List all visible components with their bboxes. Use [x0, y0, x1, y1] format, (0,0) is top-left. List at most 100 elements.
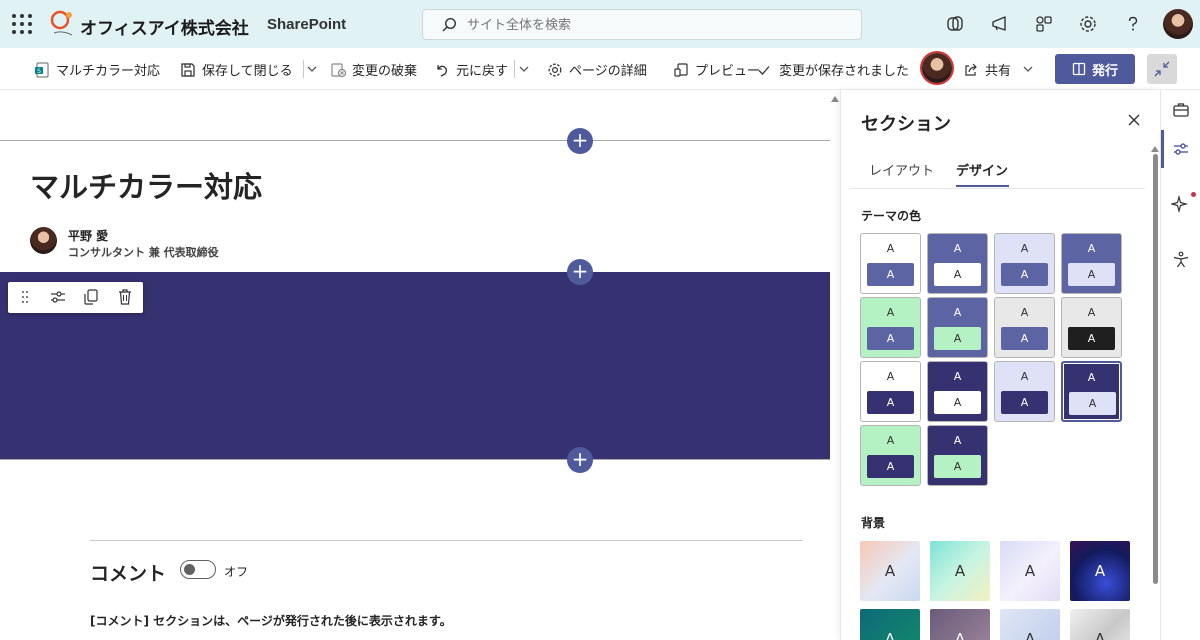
editor-avatar[interactable] [922, 53, 952, 83]
theme-swatch[interactable]: AA [927, 425, 988, 486]
theme-swatch-chip: A [934, 327, 981, 350]
rail-active-indicator [1161, 130, 1164, 168]
theme-swatch[interactable]: AA [927, 297, 988, 358]
publish-button[interactable]: 発行 [1055, 54, 1135, 84]
close-icon[interactable] [1127, 113, 1141, 127]
undo-button[interactable]: 元に戻す [434, 60, 508, 79]
theme-swatch-glyph: A [1020, 370, 1029, 383]
sharepoint-page-icon: S [35, 62, 49, 77]
share-hub-icon[interactable] [1034, 14, 1054, 34]
search-input[interactable] [467, 15, 847, 35]
help-icon[interactable] [1123, 14, 1143, 34]
theme-swatch[interactable]: AA [860, 425, 921, 486]
page-name-label: マルチカラー対応 [56, 64, 161, 79]
canvas-scroll-up[interactable] [831, 96, 839, 102]
comments-note: [コメント] セクションは、ページが発行された後に表示されます。 [90, 614, 452, 628]
share-label: 共有 [985, 64, 1012, 79]
save-icon [181, 62, 195, 77]
background-tile[interactable]: A [1070, 609, 1130, 640]
page-name-button[interactable]: S マルチカラー対応 [34, 60, 160, 79]
drag-icon[interactable] [16, 288, 34, 306]
collapse-icon [1154, 61, 1170, 77]
company-name[interactable]: オフィスアイ株式会社 [80, 14, 249, 39]
theme-swatch-glyph: A [953, 306, 962, 319]
background-tile[interactable]: A [930, 609, 990, 640]
briefcase-icon[interactable] [1171, 100, 1191, 120]
background-tile[interactable]: A [930, 541, 990, 601]
accessibility-icon[interactable] [1171, 250, 1191, 270]
theme-swatch[interactable]: AA [1061, 361, 1122, 422]
author-role: コンサルタント 兼 代表取締役 [68, 246, 219, 259]
author-name: 平野 愛 [68, 229, 109, 243]
tab-layout[interactable]: レイアウト [869, 160, 934, 179]
tab-divider [849, 188, 1145, 189]
app-name[interactable]: SharePoint [267, 16, 346, 33]
background-tile[interactable]: A [860, 609, 920, 640]
sparkle-icon[interactable] [1171, 194, 1191, 214]
panel-scrollbar[interactable] [1153, 154, 1158, 584]
theme-swatch[interactable]: AA [1061, 297, 1122, 358]
user-avatar[interactable] [1163, 9, 1193, 39]
theme-swatch[interactable]: AA [994, 361, 1055, 422]
theme-swatch[interactable]: AA [860, 233, 921, 294]
add-section-button[interactable]: + [567, 259, 593, 285]
share-icon [965, 63, 977, 76]
theme-swatch-chip: A [934, 391, 981, 414]
tab-design[interactable]: デザイン [956, 160, 1008, 179]
discard-button[interactable]: 変更の破棄 [330, 60, 417, 79]
theme-swatch[interactable]: AA [927, 361, 988, 422]
panel-scroll-up[interactable] [1151, 146, 1159, 152]
theme-swatch-glyph: A [953, 242, 962, 255]
megaphone-icon[interactable] [990, 14, 1010, 34]
theme-swatch[interactable]: AA [927, 233, 988, 294]
preview-button[interactable]: プレビュー [673, 60, 760, 79]
share-button[interactable]: 共有 [963, 60, 1011, 79]
teams-icon[interactable] [945, 14, 965, 34]
theme-swatch-chip: A [867, 455, 914, 478]
theme-swatch-glyph: A [953, 370, 962, 383]
duplicate-icon[interactable] [82, 288, 100, 306]
theme-swatch[interactable]: AA [994, 233, 1055, 294]
theme-swatch-glyph: A [1087, 306, 1096, 319]
check-icon [758, 65, 770, 75]
add-section-button[interactable]: + [567, 447, 593, 473]
add-section-button[interactable]: + [567, 128, 593, 154]
delete-icon[interactable] [116, 288, 134, 306]
background-tile[interactable]: A [1000, 541, 1060, 601]
theme-swatch-glyph: A [886, 306, 895, 319]
undo-icon [437, 64, 448, 77]
theme-swatch-chip: A [867, 327, 914, 350]
preview-label: プレビュー [695, 64, 761, 79]
suite-header: オフィスアイ株式会社 SharePoint [0, 0, 1200, 48]
theme-swatch-chip: A [1001, 263, 1048, 286]
section-divider [0, 140, 830, 141]
theme-swatch[interactable]: AA [994, 297, 1055, 358]
background-tile[interactable]: A [860, 541, 920, 601]
page-canvas: + マルチカラー対応 平野 愛 コンサルタント 兼 代表取締役 + + コメント… [0, 90, 830, 640]
save-close-label: 保存して閉じる [202, 64, 293, 79]
page-details-button[interactable]: ページの詳細 [547, 60, 647, 79]
chevron-down-icon[interactable] [306, 62, 318, 76]
theme-swatch[interactable]: AA [860, 361, 921, 422]
page-title[interactable]: マルチカラー対応 [30, 164, 262, 206]
settings-icon[interactable] [1078, 14, 1098, 34]
background-tile[interactable]: A [1000, 609, 1060, 640]
background-tile[interactable]: A [1070, 541, 1130, 601]
edit-section-icon[interactable] [49, 288, 67, 306]
theme-swatch-chip: A [934, 455, 981, 478]
waffle-icon[interactable] [12, 14, 32, 34]
collapse-button[interactable] [1147, 54, 1177, 84]
sliders-icon[interactable] [1171, 139, 1191, 159]
search-box[interactable] [422, 9, 862, 40]
comments-toggle-label: オフ [224, 565, 249, 579]
save-close-button[interactable]: 保存して閉じる [180, 60, 293, 79]
theme-swatch[interactable]: AA [860, 297, 921, 358]
chevron-down-icon[interactable] [518, 62, 530, 76]
right-rail [1160, 90, 1200, 640]
comments-toggle[interactable] [180, 560, 216, 579]
preview-icon [674, 62, 688, 77]
active-tab-indicator [956, 185, 1009, 187]
author-avatar [30, 227, 57, 254]
theme-swatch[interactable]: AA [1061, 233, 1122, 294]
chevron-down-icon[interactable] [1022, 62, 1034, 76]
